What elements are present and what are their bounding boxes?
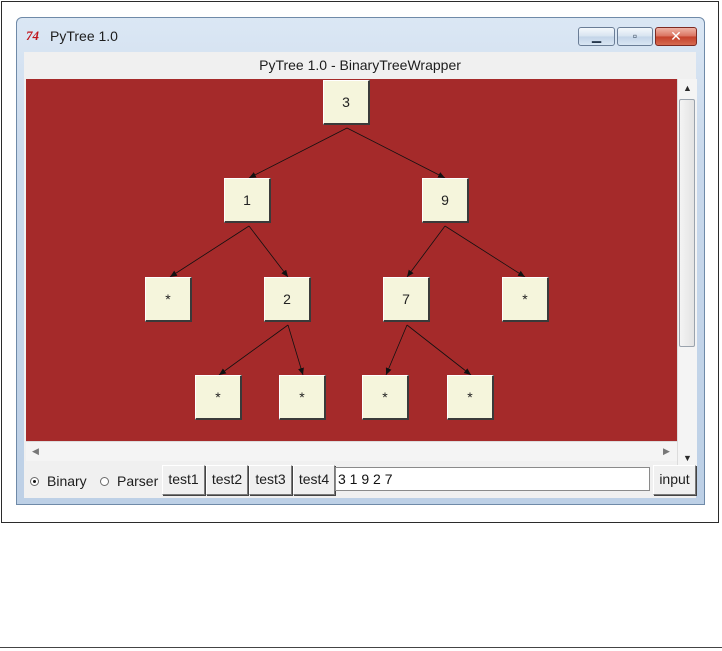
test4-button[interactable]: test4 — [293, 465, 335, 495]
bottom-rule — [0, 647, 722, 648]
edge-2-star-right — [287, 324, 304, 376]
radio-selected-icon — [30, 477, 39, 486]
scroll-up-arrow-icon[interactable]: ▲ — [679, 80, 696, 97]
radio-binary-label: Binary — [47, 473, 87, 489]
edge-7-star-left — [385, 324, 408, 376]
radio-parser-label: Parser — [117, 473, 159, 489]
maximize-icon: ▫ — [632, 29, 638, 43]
edge-2-star-left — [218, 324, 289, 376]
horizontal-scrollbar[interactable]: ◀ ▶ — [26, 441, 677, 461]
edge-9-7 — [406, 225, 446, 278]
edge-3-1 — [248, 127, 348, 179]
vertical-scrollbar[interactable]: ▲ ▼ — [677, 79, 697, 469]
edge-1-2 — [248, 225, 289, 278]
vertical-scroll-thumb[interactable] — [679, 99, 695, 347]
scroll-left-arrow-icon[interactable]: ◀ — [27, 443, 44, 460]
tree-canvas[interactable]: 3 1 9 * 2 7 * * * * * — [26, 79, 677, 441]
tree-node-7[interactable]: 7 — [383, 277, 430, 322]
maximize-button[interactable]: ▫ — [617, 27, 653, 46]
test2-button[interactable]: test2 — [206, 465, 248, 495]
control-bar: Binary Parser test1 test2 test3 test4 3 … — [24, 462, 696, 496]
tree-input-field[interactable]: 3 1 9 2 7 — [335, 467, 650, 491]
tk-feather-icon: 74 — [26, 28, 39, 43]
tree-header-title: PyTree 1.0 - BinaryTreeWrapper — [259, 57, 461, 73]
tree-node-1[interactable]: 1 — [224, 178, 271, 223]
tree-node-empty[interactable]: * — [145, 277, 192, 322]
client-area: PyTree 1.0 - BinaryTreeWrapper 3 1 9 * 2… — [24, 52, 697, 498]
app-window: 74 PyTree 1.0 ▁ ▫ ✕ PyTree 1.0 - BinaryT… — [16, 17, 705, 505]
tree-node-empty[interactable]: * — [279, 375, 326, 420]
tree-node-root[interactable]: 3 — [323, 80, 370, 125]
test1-button[interactable]: test1 — [162, 465, 205, 495]
scroll-right-arrow-icon[interactable]: ▶ — [658, 443, 675, 460]
tree-node-empty[interactable]: * — [447, 375, 494, 420]
minimize-button[interactable]: ▁ — [578, 27, 615, 46]
tree-node-2[interactable]: 2 — [264, 277, 311, 322]
close-button[interactable]: ✕ — [655, 27, 697, 46]
edge-3-9 — [346, 127, 446, 179]
title-bar[interactable]: 74 PyTree 1.0 ▁ ▫ ✕ — [17, 18, 704, 52]
edge-7-star-right — [406, 324, 472, 376]
tree-edges — [169, 127, 526, 376]
radio-binary[interactable]: Binary — [30, 473, 87, 489]
tree-node-9[interactable]: 9 — [422, 178, 469, 223]
window-title: PyTree 1.0 — [50, 28, 118, 44]
radio-unselected-icon — [100, 477, 109, 486]
test3-button[interactable]: test3 — [249, 465, 292, 495]
edge-1-star — [169, 225, 250, 278]
tree-node-empty[interactable]: * — [502, 277, 549, 322]
radio-parser[interactable]: Parser — [100, 473, 158, 489]
tree-node-empty[interactable]: * — [362, 375, 409, 420]
close-icon: ✕ — [670, 28, 682, 44]
minimize-icon: ▁ — [591, 29, 602, 43]
edge-9-star — [444, 225, 526, 278]
tree-node-empty[interactable]: * — [195, 375, 242, 420]
input-button[interactable]: input — [653, 465, 696, 495]
